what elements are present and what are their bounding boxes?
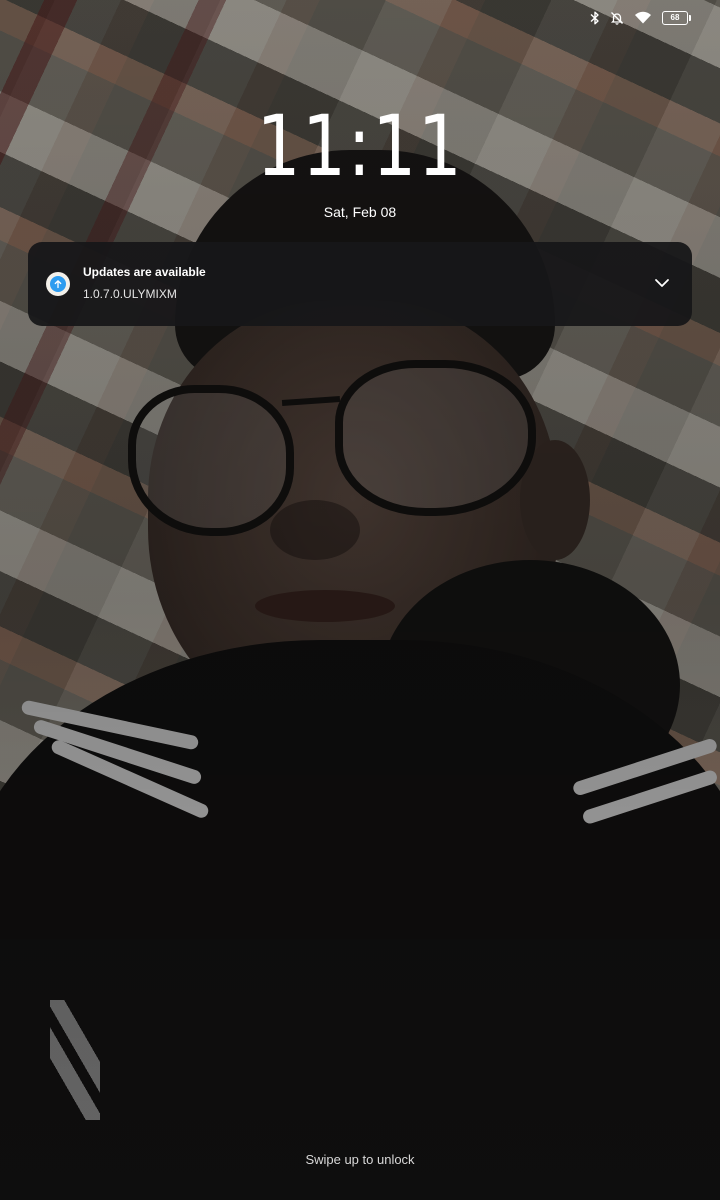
bell-muted-icon <box>610 11 624 25</box>
swipe-up-hint[interactable]: Swipe up to unlock <box>0 1152 720 1167</box>
lock-date: Sat, Feb 08 <box>323 204 397 220</box>
lock-clock: 11:11 <box>256 97 464 195</box>
bluetooth-icon <box>590 11 600 25</box>
battery-icon: 68 <box>662 11 691 25</box>
chevron-down-icon <box>654 275 670 293</box>
update-arrow-icon <box>50 276 66 292</box>
wifi-icon <box>634 11 652 25</box>
expand-notification-button[interactable] <box>648 270 676 298</box>
notification-title: Updates are available <box>83 265 206 279</box>
lock-screen[interactable]: 68 11:11 Sat, Feb 08 Updates are availab… <box>0 0 720 1200</box>
system-update-icon <box>46 272 70 296</box>
battery-level: 68 <box>670 13 680 22</box>
notification-body: 1.0.7.0.ULYMIXM <box>83 287 177 301</box>
status-bar: 68 <box>590 0 720 36</box>
update-notification[interactable]: Updates are available 1.0.7.0.ULYMIXM <box>28 242 692 326</box>
